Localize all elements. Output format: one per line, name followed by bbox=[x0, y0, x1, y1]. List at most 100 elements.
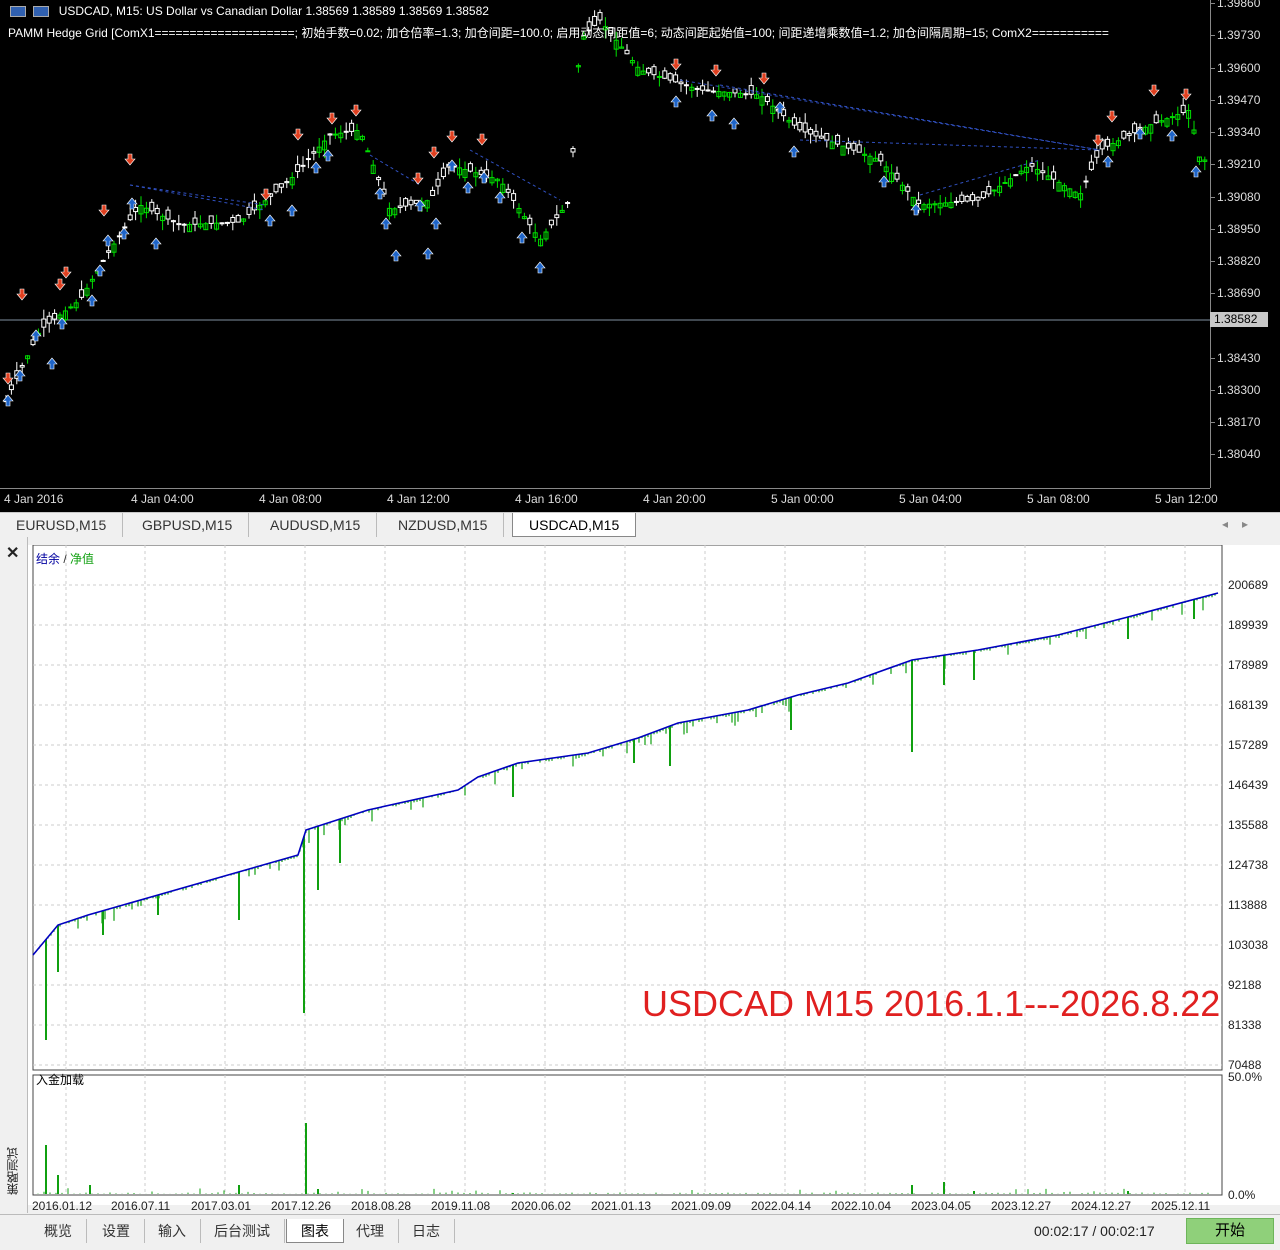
time-tick-label: 5 Jan 00:00 bbox=[771, 492, 834, 506]
candle-body bbox=[149, 201, 155, 212]
date-tick-label: 2023.04.05 bbox=[911, 1199, 972, 1213]
candle-body bbox=[570, 148, 576, 153]
candle-body bbox=[19, 364, 25, 368]
chart-title-line: USDCAD, M15: US Dollar vs Canadian Dolla… bbox=[10, 4, 489, 18]
buy-arrow-icon bbox=[310, 161, 322, 174]
buy-arrow-icon bbox=[728, 117, 740, 130]
buy-arrow-icon bbox=[422, 247, 434, 260]
deposit-load-label: 入金加载 bbox=[36, 1073, 85, 1087]
indicator-parameters-line: PAMM Hedge Grid [ComX1==================… bbox=[8, 26, 1109, 40]
tab-gbpusd[interactable]: GBPUSD,M15 bbox=[126, 513, 250, 537]
scroll-left-icon[interactable]: ◂ bbox=[1222, 517, 1242, 531]
candle-body bbox=[1040, 170, 1046, 174]
value-tick-label: 92188 bbox=[1228, 978, 1262, 992]
buy-arrow-icon bbox=[86, 294, 98, 307]
candle-body bbox=[764, 96, 770, 102]
tab-scroll-arrows[interactable]: ◂▸ bbox=[1222, 517, 1262, 531]
candle-body bbox=[176, 223, 182, 226]
price-tick-label: 1.38820 bbox=[1210, 254, 1261, 268]
buy-arrow-icon bbox=[286, 204, 298, 217]
load-tick-label: 50.0% bbox=[1228, 1070, 1263, 1084]
time-tick-label: 4 Jan 16:00 bbox=[515, 492, 578, 506]
buy-arrow-icon bbox=[462, 181, 474, 194]
tab-nzdusd[interactable]: NZDUSD,M15 bbox=[382, 513, 505, 537]
candle-body bbox=[408, 199, 414, 206]
balance-equity-graph[interactable]: 结余 / 净值 USDCAD M15 2016.1.1---2026.8.22 … bbox=[28, 545, 1280, 1213]
candle-body bbox=[835, 134, 841, 145]
load-tick-label: 0.0% bbox=[1228, 1188, 1256, 1202]
candle-body bbox=[656, 75, 662, 78]
close-icon[interactable]: ✕ bbox=[6, 543, 19, 563]
date-tick-label: 2025.12.11 bbox=[1151, 1199, 1211, 1213]
time-axis[interactable]: 4 Jan 2016 4 Jan 04:00 4 Jan 08:00 4 Jan 12… bbox=[0, 488, 1218, 512]
candle-body bbox=[1002, 182, 1008, 184]
sell-arrow-icon bbox=[260, 188, 272, 201]
candle-body bbox=[376, 177, 382, 181]
tester-tab-bar: 概览 设置 输入 后台测试 图表 代理 日志 00:02:17 / 00:02:… bbox=[0, 1214, 1280, 1250]
price-tick-label: 1.39860 bbox=[1210, 0, 1260, 10]
symbol-tab-bar: EURUSD,M15 GBPUSD,M15 AUDUSD,M15 NZDUSD,… bbox=[0, 512, 1280, 537]
candle-body bbox=[349, 122, 355, 132]
sell-arrow-icon bbox=[1148, 84, 1160, 97]
candle-body bbox=[597, 12, 603, 21]
tab-overview[interactable]: 概览 bbox=[30, 1219, 87, 1243]
time-tick-label: 5 Jan 04:00 bbox=[899, 492, 962, 506]
value-tick-label: 103038 bbox=[1228, 938, 1269, 952]
tab-agents[interactable]: 代理 bbox=[342, 1219, 399, 1243]
tab-journal[interactable]: 日志 bbox=[398, 1219, 455, 1243]
candle-body bbox=[246, 206, 252, 215]
sell-arrow-icon bbox=[670, 58, 682, 71]
buy-arrow-icon bbox=[1190, 165, 1202, 178]
tab-usdcad[interactable]: USDCAD,M15 bbox=[512, 513, 637, 537]
hedge-line bbox=[369, 154, 421, 186]
candle-body bbox=[646, 67, 652, 74]
price-axis[interactable]: 1.39860 1.39730 1.39600 1.39470 1.39340 1.392… bbox=[1210, 0, 1280, 488]
candle-body bbox=[403, 198, 409, 207]
candle-body bbox=[791, 117, 797, 126]
value-tick-label: 146439 bbox=[1228, 778, 1269, 792]
candle-body bbox=[1088, 161, 1094, 170]
candle-body bbox=[1180, 104, 1186, 114]
tab-backtest[interactable]: 后台测试 bbox=[200, 1219, 285, 1243]
candle-body bbox=[975, 196, 981, 201]
buy-arrow-icon bbox=[150, 237, 162, 250]
candle-body bbox=[430, 189, 436, 196]
candle-body bbox=[300, 164, 306, 167]
start-button[interactable]: 开始 bbox=[1186, 1218, 1274, 1244]
date-tick-label: 2022.04.14 bbox=[751, 1199, 812, 1213]
legend-equity: 净值 bbox=[70, 552, 95, 566]
sell-arrow-icon bbox=[16, 288, 28, 301]
candle-body bbox=[79, 289, 85, 298]
candle-body bbox=[824, 132, 830, 141]
tab-inputs[interactable]: 输入 bbox=[144, 1219, 201, 1243]
candle-body bbox=[224, 221, 230, 224]
candle-body bbox=[165, 209, 171, 220]
price-chart[interactable]: USDCAD, M15: US Dollar vs Canadian Dolla… bbox=[0, 0, 1280, 512]
sell-arrow-icon bbox=[350, 104, 362, 117]
candle-body bbox=[127, 214, 133, 221]
date-tick-label: 2024.12.27 bbox=[1071, 1199, 1132, 1213]
scroll-right-icon[interactable]: ▸ bbox=[1242, 517, 1262, 531]
sell-arrow-icon bbox=[758, 72, 770, 85]
value-tick-label: 113888 bbox=[1228, 898, 1268, 912]
time-tick-label: 5 Jan 08:00 bbox=[1027, 492, 1090, 506]
candle-body bbox=[548, 219, 554, 226]
tab-eurusd[interactable]: EURUSD,M15 bbox=[0, 513, 124, 537]
tab-graph[interactable]: 图表 bbox=[286, 1219, 344, 1243]
candle-body bbox=[1153, 114, 1159, 124]
value-tick-label: 189939 bbox=[1228, 618, 1269, 632]
candle-body bbox=[122, 226, 128, 229]
buy-arrow-icon bbox=[534, 261, 546, 274]
tab-audusd[interactable]: AUDUSD,M15 bbox=[254, 513, 378, 537]
buy-arrow-icon bbox=[430, 217, 442, 230]
time-tick-label: 4 Jan 2016 bbox=[4, 492, 64, 506]
sell-arrow-icon bbox=[60, 266, 72, 279]
buy-arrow-icon bbox=[788, 145, 800, 158]
tab-settings[interactable]: 设置 bbox=[88, 1219, 145, 1243]
candle-body bbox=[170, 220, 176, 223]
value-tick-label: 135588 bbox=[1228, 818, 1269, 832]
time-tick-label: 4 Jan 04:00 bbox=[131, 492, 194, 506]
candle-body bbox=[851, 142, 857, 151]
sell-arrow-icon bbox=[1106, 110, 1118, 123]
sell-arrow-icon bbox=[326, 112, 338, 125]
